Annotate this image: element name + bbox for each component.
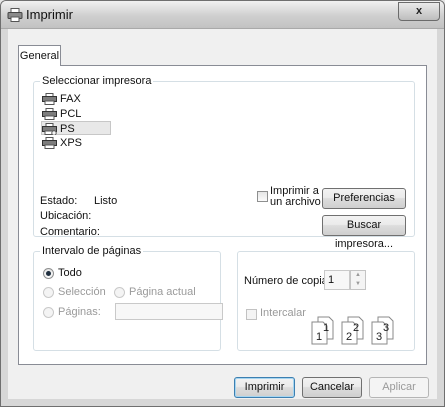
status-value: Listo	[94, 195, 118, 207]
page-range-group: Intervalo de páginas Todo Selección Pági…	[33, 245, 223, 351]
title-bar[interactable]: Imprimir x	[1, 1, 444, 29]
select-printer-legend: Seleccionar impresora	[40, 75, 154, 88]
printer-icon	[42, 123, 57, 135]
collate-page-digit: 2	[346, 331, 352, 343]
close-icon: x	[415, 5, 423, 17]
window-title: Imprimir	[26, 7, 73, 22]
cancel-button[interactable]: Cancelar	[302, 377, 362, 398]
selection-radio[interactable]	[43, 287, 54, 298]
print-button[interactable]: Imprimir	[234, 377, 295, 398]
copies-spinner[interactable]: ▲ ▼	[350, 270, 366, 290]
print-dialog: Imprimir x General Seleccionar impresora…	[0, 0, 445, 407]
copies-group: Número de copias: 1 ▲ ▼ Intercalar 1 1 2…	[237, 251, 415, 351]
printer-item-pcl[interactable]: PCL	[42, 107, 81, 121]
spin-down-icon[interactable]: ▼	[351, 280, 365, 289]
printer-item-fax[interactable]: FAX	[42, 92, 81, 106]
all-pages-radio[interactable]	[43, 268, 54, 279]
preferences-button[interactable]: Preferencias	[322, 188, 406, 209]
print-to-file-label-line2: un archivo	[270, 196, 321, 208]
find-printer-button[interactable]: Buscar impresora...	[322, 215, 406, 250]
current-page-radio[interactable]	[114, 287, 125, 298]
close-button[interactable]: x	[398, 2, 440, 21]
printer-icon	[42, 108, 57, 120]
current-page-label: Página actual	[129, 286, 196, 298]
select-printer-group: Seleccionar impresora FAX PCL PS XPS Est…	[33, 75, 415, 250]
tab-general[interactable]: General	[18, 45, 61, 66]
printer-icon	[7, 8, 23, 22]
fax-printer-icon	[42, 93, 57, 105]
printer-icon	[42, 137, 57, 149]
printer-item-ps[interactable]: PS	[41, 121, 111, 135]
printer-name: XPS	[60, 137, 83, 149]
spin-up-icon[interactable]: ▲	[351, 271, 365, 280]
print-to-file-checkbox[interactable]	[257, 191, 268, 202]
collate-preview-icon: 1 1 2 2 3 3	[311, 316, 394, 345]
collate-page-digit: 3	[376, 331, 382, 343]
status-label: Estado:	[40, 195, 78, 207]
page-range-legend: Intervalo de páginas	[40, 245, 144, 258]
collate-label: Intercalar	[260, 307, 306, 319]
printer-name: FAX	[60, 93, 81, 105]
all-pages-label: Todo	[58, 267, 82, 279]
general-panel: Seleccionar impresora FAX PCL PS XPS Est…	[18, 65, 427, 365]
dialog-body: General Seleccionar impresora FAX PCL PS	[8, 29, 437, 399]
pages-label: Páginas:	[58, 306, 101, 318]
printer-name: PS	[60, 123, 75, 135]
selection-label: Selección	[58, 286, 106, 298]
comment-label: Comentario:	[40, 226, 100, 238]
collate-checkbox[interactable]	[246, 309, 257, 320]
collate-page-digit: 1	[323, 322, 329, 334]
collate-page-digit: 2	[353, 322, 359, 334]
copies-input[interactable]: 1	[324, 270, 350, 290]
apply-button[interactable]: Aplicar	[369, 377, 429, 398]
pages-radio[interactable]	[43, 307, 54, 318]
printer-item-xps[interactable]: XPS	[42, 136, 82, 150]
pages-input[interactable]	[115, 303, 223, 320]
copies-label: Número de copias:	[244, 275, 337, 287]
printer-name: PCL	[60, 108, 82, 120]
collate-page-digit: 3	[383, 322, 389, 334]
location-label: Ubicación:	[40, 210, 92, 222]
collate-page-digit: 1	[316, 331, 322, 343]
